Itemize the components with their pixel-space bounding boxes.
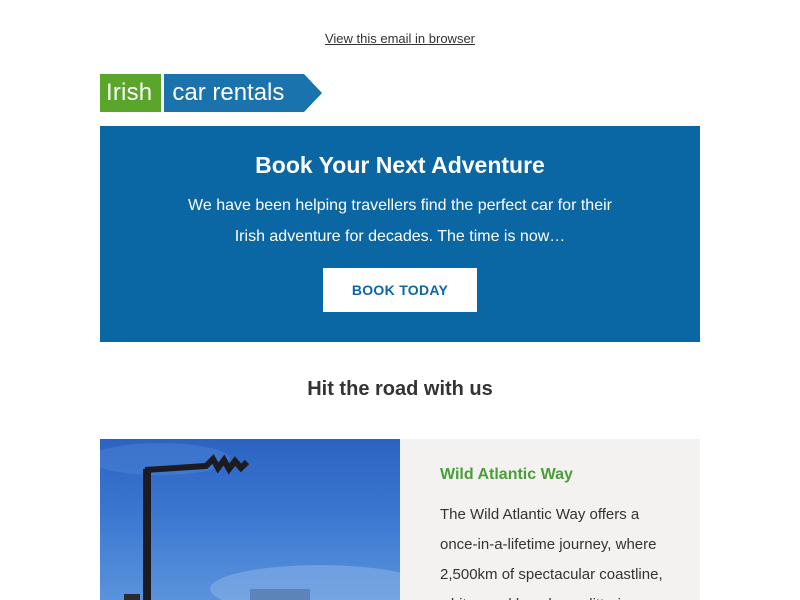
section-title: Hit the road with us — [307, 378, 493, 400]
wild-atlantic-way-card: Wild Atlantic Way The Wild Atlantic Way … — [100, 439, 700, 600]
logo-arrow-icon — [304, 74, 323, 112]
logo-word-irish: Irish — [100, 74, 162, 112]
card-description: The Wild Atlantic Way offers a once-in-a… — [440, 500, 680, 600]
hero-description-line-1: We have been helping travellers find the… — [188, 197, 612, 214]
card-description-line-3: 2,500km of spectacular coastline, — [440, 566, 663, 583]
view-in-browser-link[interactable]: View this email in browser — [0, 31, 800, 46]
hero-title: Book Your Next Adventure — [255, 152, 545, 178]
hero-banner: Book Your Next Adventure We have been he… — [100, 126, 700, 342]
card-description-line-4: white sand beaches, glittering — [440, 590, 680, 600]
card-content: Wild Atlantic Way The Wild Atlantic Way … — [400, 439, 700, 600]
hero-description: We have been helping travellers find the… — [100, 190, 700, 252]
wild-atlantic-way-signpost-image[interactable] — [100, 439, 400, 600]
card-description-line-1: The Wild Atlantic Way offers a — [440, 506, 640, 523]
logo-word-car-rentals: car rentals — [164, 74, 323, 112]
logo-car-rentals-text: car rentals — [172, 79, 285, 106]
card-description-line-2: once-in-a-lifetime journey, where — [440, 536, 657, 553]
brand-logo[interactable]: Irish car rentals — [100, 74, 323, 112]
signpost-illustration — [100, 443, 400, 600]
card-title-link[interactable]: Wild Atlantic Way — [440, 466, 573, 484]
hero-description-line-2: Irish adventure for decades. The time is… — [234, 228, 566, 245]
book-today-button[interactable]: BOOK TODAY — [323, 268, 477, 312]
